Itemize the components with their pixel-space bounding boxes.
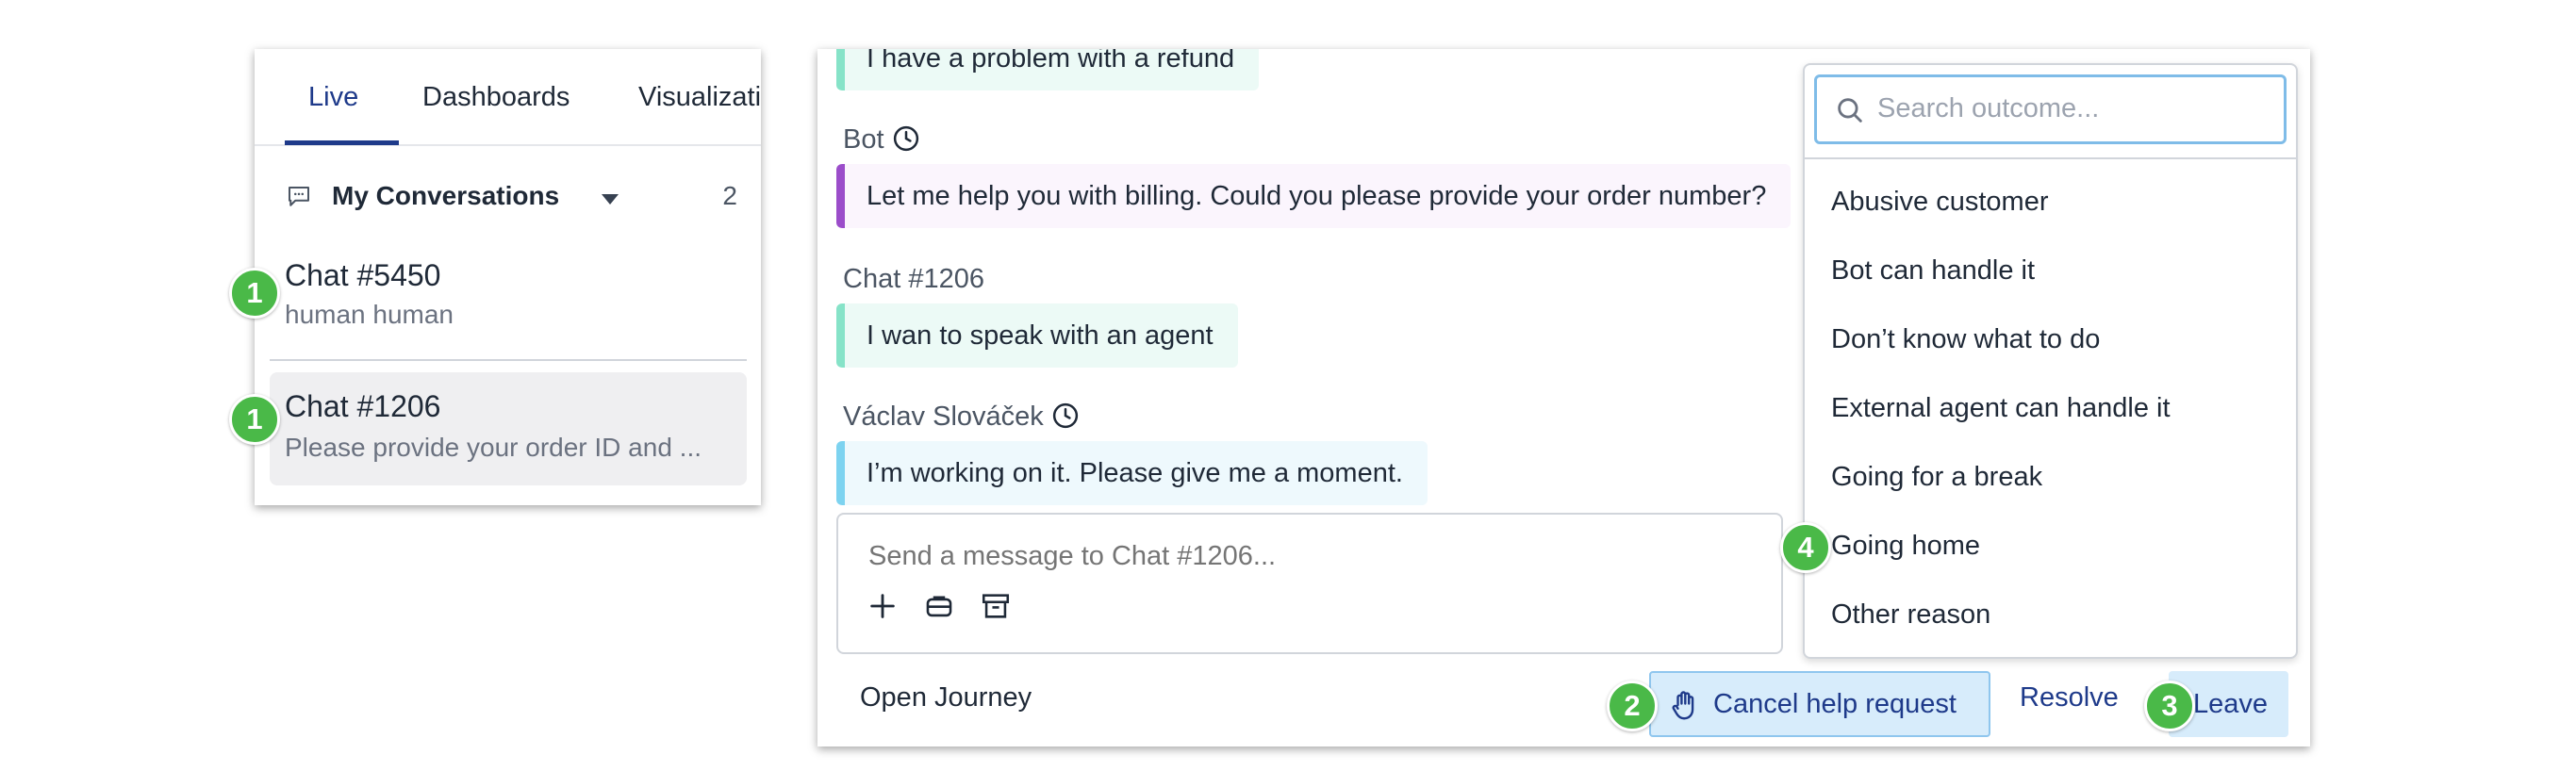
outcome-search-input[interactable] [1877, 93, 2273, 124]
chat-title: Chat #1206 [285, 389, 441, 423]
chat-list-item[interactable]: Chat #1206 Please provide your order ID … [270, 372, 747, 485]
message-bubble: I have a problem with a refund [836, 49, 1260, 90]
tab-dashboards[interactable]: Dashboards [422, 82, 570, 113]
chat-list-item[interactable]: Chat #5450 human human [270, 245, 747, 339]
message-input[interactable] [868, 541, 1717, 572]
conversation-panel: I have a problem with a refund Bot Let m… [817, 49, 2310, 746]
cancel-help-label: Cancel help request [1713, 689, 1957, 719]
outcome-option[interactable]: Going for a break [1831, 462, 2042, 493]
outcome-option[interactable]: External agent can handle it [1831, 393, 2171, 424]
message-bubble: Let me help you with billing. Could you … [836, 164, 1792, 228]
divider [270, 359, 747, 361]
plus-icon[interactable] [867, 590, 899, 622]
clock-icon [893, 125, 918, 152]
search-icon [1838, 98, 1862, 123]
clock-icon [1052, 402, 1078, 429]
my-conversations-header[interactable]: My Conversations 2 [285, 179, 737, 217]
caret-down-icon[interactable] [602, 194, 619, 205]
open-journey-button[interactable]: Open Journey [860, 682, 1032, 714]
sender-name: Bot [843, 124, 884, 155]
message-sender: Václav Slováček [843, 402, 1080, 433]
step-marker-2: 2 [1607, 681, 1658, 731]
tab-live[interactable]: Live [308, 82, 358, 113]
step-marker-1: 1 [229, 268, 280, 319]
step-marker-1: 1 [229, 394, 280, 445]
conversations-panel: Live Dashboards Visualizati My Conversat… [255, 49, 761, 505]
divider [1805, 157, 2296, 159]
conversation-count: 2 [722, 181, 737, 210]
chat-bubble-icon [289, 187, 309, 206]
sender-name: Václav Slováček [843, 402, 1044, 432]
outcome-option[interactable]: Bot can handle it [1831, 255, 2035, 287]
raised-hand-icon [1672, 691, 1694, 720]
section-title: My Conversations [332, 181, 560, 210]
chat-title: Chat #5450 [285, 258, 441, 292]
outcome-dropdown: Abusive customer Bot can handle it Don’t… [1803, 63, 2298, 659]
canned-responses-icon[interactable] [923, 590, 955, 622]
message-bubble: I wan to speak with an agent [836, 303, 1238, 368]
outcome-search-box[interactable] [1814, 74, 2287, 144]
message-bubble: I’m working on it. Please give me a mome… [836, 441, 1428, 505]
active-tab-indicator [285, 140, 399, 145]
message-composer [836, 513, 1783, 654]
step-marker-3: 3 [2144, 681, 2195, 731]
outcome-option[interactable]: Other reason [1831, 599, 1990, 631]
archive-icon[interactable] [980, 590, 1012, 622]
message-sender: Bot [843, 124, 920, 156]
chat-subtitle: Please provide your order ID and ... [285, 433, 702, 462]
chat-subtitle: human human [285, 300, 454, 329]
tab-visualizations[interactable]: Visualizati [638, 82, 761, 113]
step-marker-4: 4 [1780, 522, 1831, 573]
outcome-option[interactable]: Abusive customer [1831, 187, 2049, 218]
outcome-option[interactable]: Going home [1831, 531, 1980, 562]
resolve-button[interactable]: Resolve [2020, 682, 2119, 714]
cancel-help-request-button[interactable]: Cancel help request [1649, 671, 1990, 737]
tab-bar: Live Dashboards Visualizati [255, 49, 761, 146]
message-sender: Chat #1206 [843, 264, 984, 294]
outcome-option[interactable]: Don’t know what to do [1831, 324, 2100, 355]
